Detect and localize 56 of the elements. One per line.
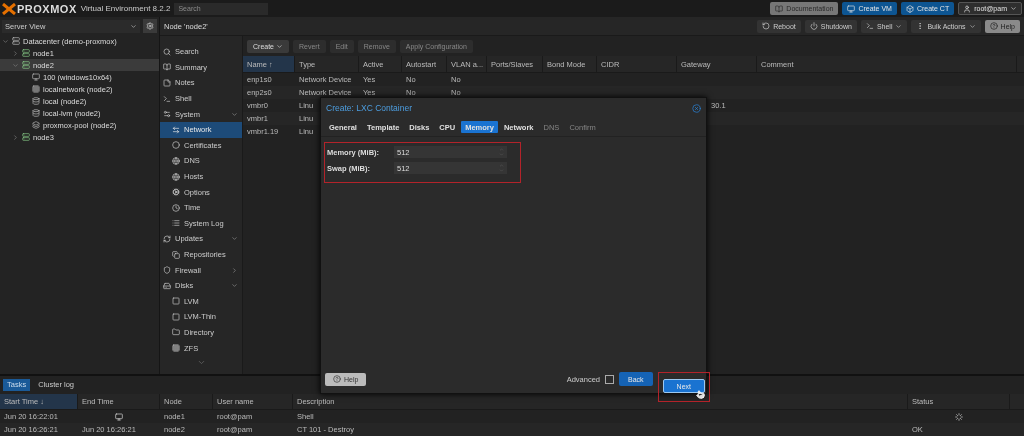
- book-icon: [163, 63, 171, 72]
- close-icon[interactable]: [692, 103, 701, 113]
- book-icon: [775, 4, 784, 13]
- cube-icon: [905, 4, 914, 13]
- database-icon: [32, 109, 40, 117]
- chevron-down-icon: [895, 22, 903, 30]
- logo-text: PROXMOX: [17, 2, 77, 15]
- product-version: Virtual Environment 8.2.2: [80, 4, 171, 13]
- server-icon: [22, 49, 30, 57]
- chevron-down-icon: [1010, 5, 1017, 12]
- checkbox[interactable]: [605, 374, 615, 384]
- note-icon: [163, 79, 171, 87]
- database-icon: [32, 97, 40, 105]
- clock-icon: [172, 203, 180, 212]
- hand-cursor-icon: [696, 390, 705, 399]
- user-icon: [963, 4, 972, 13]
- circle-icon: [172, 141, 180, 150]
- refresh-icon: [163, 234, 171, 243]
- square-icon: [172, 312, 180, 321]
- arrows-icon: [172, 125, 180, 134]
- globe-icon: [172, 172, 180, 181]
- sliders-icon: [163, 110, 171, 119]
- drive-icon: [163, 281, 171, 290]
- help-icon: [989, 22, 998, 30]
- gear-icon: [172, 188, 180, 197]
- chevron-down-icon[interactable]: [2, 37, 9, 45]
- chevron-down-icon: [231, 110, 238, 118]
- help-icon: [333, 375, 341, 383]
- list-icon: [172, 219, 180, 228]
- chevron-down-icon: [231, 235, 238, 243]
- server-icon: [22, 61, 30, 69]
- shield-icon: [163, 266, 171, 275]
- server-icon: [22, 133, 30, 141]
- reboot-icon: [762, 22, 771, 30]
- folder-icon: [172, 328, 180, 337]
- monitor-icon: [847, 4, 856, 13]
- chevron-down-icon: [968, 22, 976, 30]
- layers-icon: [32, 121, 40, 129]
- chevron-down-icon: [231, 282, 238, 290]
- terminal-icon: [163, 94, 171, 103]
- terminal-icon: [865, 22, 874, 30]
- logo-icon: [2, 2, 16, 15]
- power-icon: [809, 22, 818, 30]
- square-icon: [172, 297, 180, 306]
- chevron-right-icon[interactable]: [12, 49, 19, 57]
- chevron-right-icon[interactable]: [12, 133, 19, 141]
- globe-icon: [172, 156, 180, 165]
- copy-icon: [172, 250, 180, 259]
- chevron-right-icon: [231, 266, 238, 274]
- dialog-title: Create: LXC Container: [326, 103, 412, 113]
- search-icon: [163, 47, 171, 56]
- settings-button[interactable]: [143, 19, 157, 33]
- chevron-down-icon: [130, 22, 137, 30]
- server-icon: [12, 37, 20, 45]
- monitor-icon: [32, 73, 40, 81]
- chevron-down-icon[interactable]: [12, 61, 19, 69]
